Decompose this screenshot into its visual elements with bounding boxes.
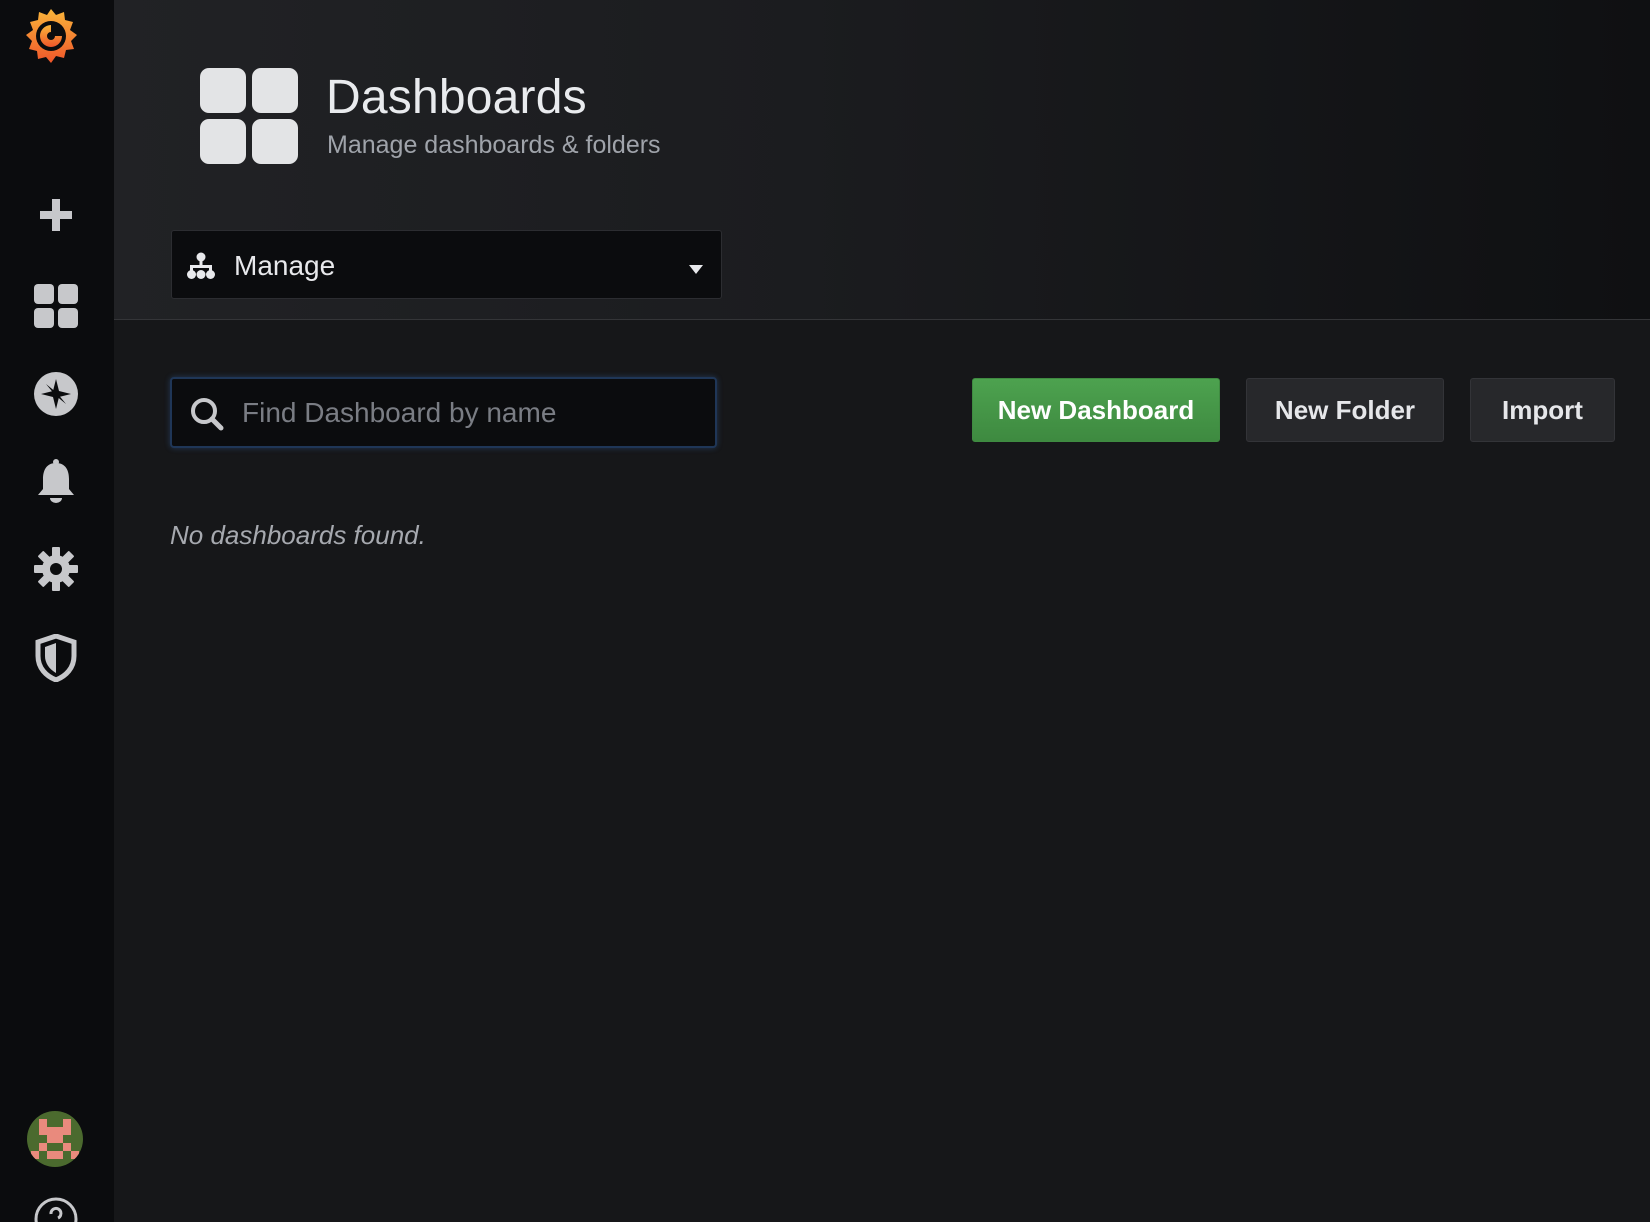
page-header: Dashboards Manage dashboards & folders M…: [114, 0, 1650, 320]
nav-select-label: Manage: [234, 250, 336, 281]
page-subtitle: Manage dashboards & folders: [327, 131, 661, 159]
new-dashboard-button[interactable]: New Dashboard: [972, 378, 1220, 442]
page-title: Dashboards: [326, 71, 587, 124]
sitemap-icon: [186, 252, 216, 280]
plus-icon[interactable]: [29, 188, 83, 242]
help-icon[interactable]: [29, 1196, 83, 1222]
grafana-logo-icon[interactable]: [20, 4, 82, 70]
import-button[interactable]: Import: [1470, 378, 1615, 442]
shield-icon[interactable]: [29, 631, 83, 685]
gear-icon[interactable]: [29, 542, 83, 596]
new-folder-button[interactable]: New Folder: [1246, 378, 1444, 442]
app: Dashboards Manage dashboards & folders M…: [0, 0, 1650, 1222]
search-input[interactable]: [242, 389, 702, 436]
search-icon: [190, 397, 224, 431]
bell-icon[interactable]: [29, 454, 83, 508]
caret-down-icon: [689, 261, 703, 274]
empty-state-message: No dashboards found.: [170, 520, 426, 550]
dashboards-grid-icon: [198, 66, 300, 166]
sidebar: [0, 0, 114, 1222]
compass-icon[interactable]: [29, 367, 83, 421]
search-box: [170, 377, 717, 448]
nav-select[interactable]: Manage: [171, 230, 722, 299]
dashboards-grid-icon[interactable]: [29, 279, 83, 333]
avatar-icon[interactable]: [27, 1111, 83, 1167]
